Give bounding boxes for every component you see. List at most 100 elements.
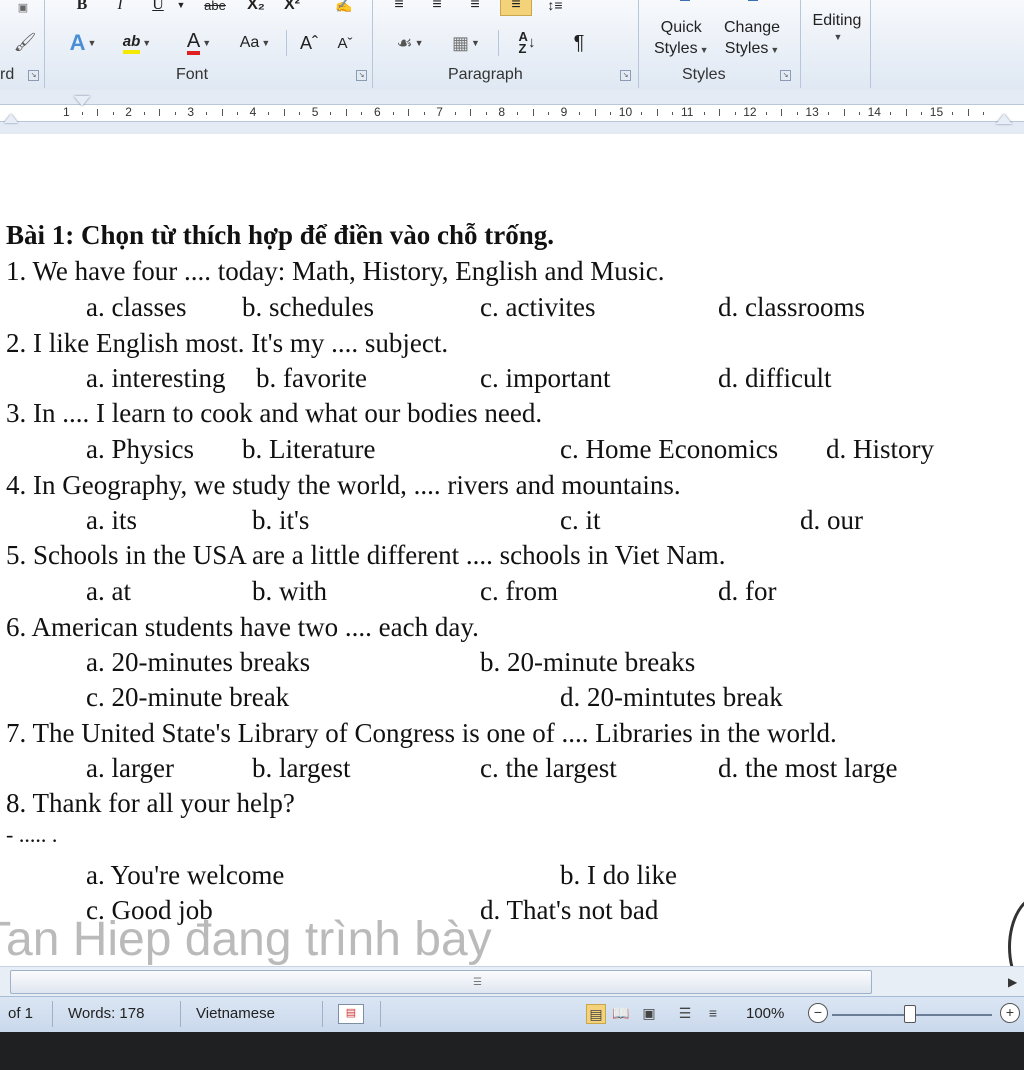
borders-button[interactable]: ▦ ▼ bbox=[444, 30, 488, 56]
change-case-label: Aa bbox=[239, 34, 260, 51]
borders-icon: ▦ bbox=[452, 32, 470, 53]
ruler-tick bbox=[423, 112, 425, 115]
sort-button[interactable]: A Z ↓ bbox=[512, 30, 542, 56]
question-1: 1. We have four .... today: Math, Histor… bbox=[6, 256, 665, 286]
text-effects-button[interactable]: A ▼ bbox=[66, 30, 100, 56]
shading-button[interactable]: ☙ ▼ bbox=[390, 30, 430, 56]
align-right-button[interactable]: ≡ bbox=[462, 0, 488, 14]
font-color-button[interactable]: A ▼ bbox=[176, 30, 222, 56]
justify-button[interactable]: ≡ bbox=[500, 0, 532, 16]
macro-recording-icon[interactable]: ▤ bbox=[338, 1004, 364, 1024]
ruler-number: 13 bbox=[805, 105, 819, 119]
change-styles-button[interactable]: Change Styles ▼ bbox=[724, 17, 780, 61]
zoom-in-button[interactable]: + bbox=[1000, 1003, 1020, 1023]
full-screen-reading-icon[interactable]: 📖 bbox=[612, 1004, 630, 1022]
inline-separator bbox=[498, 30, 499, 56]
q2-option-b: b. favorite bbox=[256, 363, 367, 393]
bottom-black-bar bbox=[0, 1032, 1024, 1070]
grip-icon: ☰ bbox=[473, 977, 482, 988]
print-layout-icon[interactable]: ▤ bbox=[586, 1004, 606, 1024]
q4-option-b: b. it's bbox=[252, 505, 310, 535]
line-spacing-button[interactable]: ↕≡ bbox=[540, 0, 570, 14]
paragraph-launcher-icon[interactable]: ↘ bbox=[620, 70, 631, 81]
ruler-number: 4 bbox=[249, 105, 257, 119]
ruler-tick bbox=[734, 112, 736, 115]
presenter-overlay-text: Tan Hiep đang trình bày bbox=[0, 913, 492, 966]
q7-option-b: b. largest bbox=[252, 753, 351, 783]
highlight-button[interactable]: ab ▼ bbox=[114, 30, 160, 56]
change-case-button[interactable]: Aa ▼ bbox=[232, 30, 278, 56]
clear-formatting-icon[interactable]: ✍ bbox=[330, 0, 358, 14]
highlight-icon: ab bbox=[122, 33, 141, 54]
italic-button[interactable]: I bbox=[110, 0, 130, 14]
show-formatting-button[interactable]: ¶ bbox=[566, 30, 592, 56]
ruler-tick bbox=[330, 112, 332, 115]
dropdown-arrow-icon: ▼ bbox=[142, 38, 152, 48]
shrink-font-button[interactable]: Aˇ bbox=[332, 30, 358, 56]
ruler-tick bbox=[470, 109, 472, 116]
grow-font-button[interactable]: Aˆ bbox=[296, 30, 322, 56]
page-count[interactable]: of 1 bbox=[8, 1005, 33, 1022]
text-effects-icon: A bbox=[69, 30, 86, 55]
clipboard-group-label: rd bbox=[0, 66, 15, 83]
web-layout-icon[interactable]: ▣ bbox=[640, 1004, 658, 1022]
outline-view-icon[interactable]: ☰ bbox=[676, 1004, 694, 1022]
dropdown-arrow-icon: ▼ bbox=[833, 32, 843, 42]
q4-option-a: a. its bbox=[86, 505, 137, 535]
ruler-tick bbox=[796, 112, 798, 115]
editing-button[interactable]: Editing ▼ bbox=[806, 12, 868, 42]
scroll-right-arrow-icon[interactable]: ▶ bbox=[1008, 975, 1017, 989]
strikethrough-button[interactable]: abe bbox=[198, 0, 232, 14]
ruler-track[interactable]: 1 2 3 4 5 6 7 8 9 10 11 12 13 14 15 bbox=[0, 104, 1024, 122]
align-left-button[interactable]: ≡ bbox=[386, 0, 412, 14]
ruler-tick bbox=[283, 109, 285, 116]
align-center-button[interactable]: ≡ bbox=[424, 0, 450, 14]
q7-option-c: c. the largest bbox=[480, 753, 617, 783]
bold-button[interactable]: B bbox=[72, 0, 92, 14]
zoom-out-button[interactable]: − bbox=[808, 1003, 828, 1023]
subscript-button[interactable]: X₂ bbox=[244, 0, 268, 14]
ruler-tick bbox=[97, 109, 99, 116]
ruler-number: 14 bbox=[867, 105, 881, 119]
font-color-icon: A bbox=[186, 31, 201, 55]
horizontal-ruler[interactable]: 1 2 3 4 5 6 7 8 9 10 11 12 13 14 15 bbox=[0, 90, 1024, 134]
ruler-tick bbox=[719, 109, 721, 116]
zoom-level[interactable]: 100% bbox=[746, 1005, 784, 1022]
change-styles-icon: ▬ bbox=[736, 0, 770, 4]
left-indent-marker[interactable] bbox=[4, 114, 18, 123]
dropdown-arrow-icon: ▼ bbox=[261, 38, 271, 48]
ruler-number: 10 bbox=[618, 105, 633, 119]
draft-view-icon[interactable]: ≡ bbox=[704, 1004, 722, 1022]
zoom-slider-thumb[interactable] bbox=[904, 1005, 916, 1023]
q2-option-c: c. important bbox=[480, 363, 611, 393]
ruler-tick bbox=[237, 112, 239, 115]
format-painter-icon[interactable]: 🖌 bbox=[12, 30, 38, 54]
ruler-tick bbox=[221, 109, 223, 116]
horizontal-scrollbar[interactable]: ☰ ▶ bbox=[0, 966, 1024, 997]
underline-dropdown-icon[interactable]: ▼ bbox=[176, 0, 186, 12]
q5-option-c: c. from bbox=[480, 576, 558, 606]
clipboard-launcher-icon[interactable]: ↘ bbox=[28, 70, 39, 81]
group-separator bbox=[638, 0, 639, 88]
group-separator bbox=[800, 0, 801, 88]
paste-icon[interactable]: ▣ bbox=[10, 0, 36, 14]
ruler-ticks: 1 2 3 4 5 6 7 8 9 10 11 12 13 14 15 bbox=[0, 105, 1024, 121]
ruler-tick bbox=[159, 109, 161, 116]
styles-launcher-icon[interactable]: ↘ bbox=[780, 70, 791, 81]
ruler-tick bbox=[672, 112, 674, 115]
underline-button[interactable]: U bbox=[148, 0, 168, 14]
status-separator bbox=[52, 1001, 53, 1027]
scrollbar-thumb[interactable]: ☰ bbox=[10, 970, 872, 994]
first-line-indent-marker[interactable] bbox=[74, 96, 90, 106]
q8-option-a: a. You're welcome bbox=[86, 860, 285, 890]
word-count[interactable]: Words: 178 bbox=[68, 1005, 144, 1022]
q2-option-d: d. difficult bbox=[718, 363, 832, 393]
superscript-button[interactable]: X² bbox=[280, 0, 304, 14]
font-launcher-icon[interactable]: ↘ bbox=[356, 70, 367, 81]
quick-styles-icon: ▬ bbox=[668, 0, 702, 4]
ruler-tick bbox=[174, 112, 176, 115]
language-indicator[interactable]: Vietnamese bbox=[196, 1005, 275, 1022]
right-indent-marker[interactable] bbox=[996, 114, 1012, 124]
quick-styles-button[interactable]: Quick Styles ▼ bbox=[654, 17, 709, 61]
document-page[interactable]: Bài 1: Chọn từ thích hợp để điền vào chỗ… bbox=[0, 134, 1024, 966]
